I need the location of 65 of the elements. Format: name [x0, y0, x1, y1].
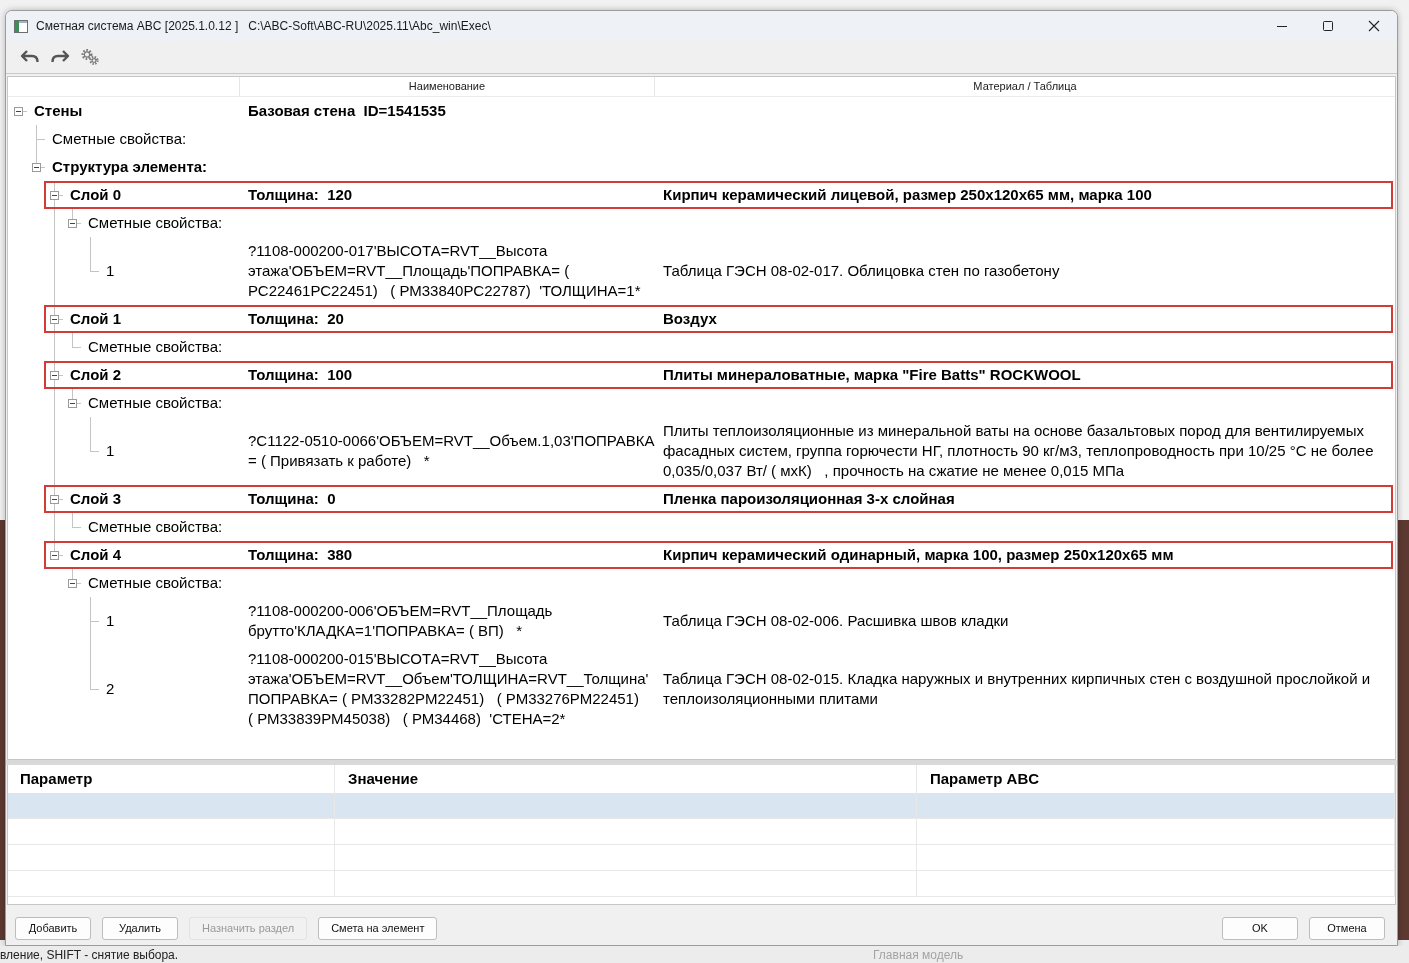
collapse-icon[interactable]: [67, 578, 77, 588]
collapse-icon[interactable]: [49, 314, 59, 324]
collapse-icon[interactable]: [49, 370, 59, 380]
tree-label[interactable]: Сметные свойства:: [88, 393, 223, 413]
collapse-icon[interactable]: [67, 398, 77, 408]
material-name: Кирпич керамический лицевой, размер 250x120x65 мм, марка 100: [663, 185, 1152, 205]
tree-label[interactable]: Сметные свойства:: [88, 213, 223, 233]
material-name: Плиты минераловатные, марка "Fire Batts" ROCKWOOL: [663, 365, 1081, 385]
tree-label[interactable]: Структура элемента:: [52, 157, 208, 177]
tree-label[interactable]: Сметные свойства:: [88, 573, 223, 593]
layer-thickness: Толщина: 100: [248, 365, 353, 385]
material-name: Кирпич керамический одинарный, марка 100, размер 250x120x65 мм: [663, 545, 1174, 565]
collapse-icon[interactable]: [31, 162, 41, 172]
action-button[interactable]: Удалить: [102, 917, 178, 940]
collapse-icon[interactable]: [67, 218, 77, 228]
app-icon: [14, 19, 28, 33]
tree-label[interactable]: Слой 1: [70, 309, 122, 329]
tree-label[interactable]: Сметные свойства:: [88, 517, 223, 537]
close-icon: [1368, 20, 1380, 32]
material-name: Воздух: [663, 309, 717, 329]
estimate-formula: ?1108-000200-017'ВЫСОТА=RVT__Высота этажа'ОБЪЕМ=RVT__Площадь'ПОПРАВКА= ( РС22461РС22451) ( РМ33840РС22787) 'ТОЛЩИНА=1*: [248, 241, 642, 301]
settings-button[interactable]: [80, 48, 100, 66]
tree-label[interactable]: Слой 2: [70, 365, 122, 385]
material-name: Пленка пароизоляционная 3-х слойная: [663, 489, 955, 509]
column-header[interactable]: Значение: [348, 767, 419, 791]
norm-description: Таблица ГЭСН 08-02-015. Кладка наружных и внутренних кирпичных стен с воздушной прослойкой и теплоизоляционными плитами: [663, 669, 1372, 709]
collapse-icon[interactable]: [49, 494, 59, 504]
layer-thickness: Толщина: 20: [248, 309, 344, 329]
element-name: Базовая стена ID=1541535: [248, 101, 446, 121]
action-button[interactable]: Смета на элемент: [318, 917, 438, 940]
item-number[interactable]: 1: [106, 261, 115, 281]
dialog-button[interactable]: Отмена: [1309, 917, 1385, 940]
column-header[interactable]: Параметр: [20, 767, 93, 791]
estimate-formula: ?1108-000200-015'ВЫСОТА=RVT__Высота этажа'ОБЪЕМ=RVT__Объем'ТОЛЩИНА=RVT__Толщина'ПОПРАВКА= ( РМ33282РМ22451) ( РМ33276РМ22451) ( РМ33839РМ45038) ( РМ34468) 'СТЕНА=2*: [248, 649, 650, 729]
gears-icon: [80, 48, 100, 66]
item-number[interactable]: 2: [106, 679, 115, 699]
collapse-icon[interactable]: [13, 106, 23, 116]
norm-description: Таблица ГЭСН 08-02-006. Расшивка швов кладки: [663, 611, 1009, 631]
estimate-formula: ?1108-000200-006'ОБЪЕМ=RVT__Площадь брутто'КЛАДКА=1'ПОПРАВКА= ( ВП) *: [248, 601, 554, 641]
tree-label[interactable]: Слой 3: [70, 489, 122, 509]
dialog-button[interactable]: OK: [1222, 917, 1298, 940]
norm-description: Таблица ГЭСН 08-02-017. Облицовка стен по газобетону: [663, 261, 1060, 281]
estimate-formula: ?С1122-0510-0066'ОБЪЕМ=RVT__Объем.1,03'ПОПРАВКА = ( Привязать к работе) *: [248, 431, 655, 471]
item-number[interactable]: 1: [106, 441, 115, 461]
layer-thickness: Толщина: 0: [248, 489, 336, 509]
maximize-icon: [1322, 20, 1334, 32]
tree-label[interactable]: Сметные свойства:: [88, 337, 223, 357]
tree-label[interactable]: Сметные свойства:: [52, 129, 187, 149]
action-button[interactable]: Добавить: [15, 917, 91, 940]
norm-description: Плиты теплоизоляционные из минеральной ваты на основе базальтовых пород для вентилируемых фасадных систем, группа горючести НГ, плотность 90 кг/м3, теплопроводность при 10/25 °С не более 0,035/0,037 Вт/ ( мхК) , прочность на сжатие не менее 0,015 МПа: [663, 421, 1375, 481]
window-title: Сметная система ABC [2025.1.0.12 ]: [36, 18, 239, 35]
status-hint: вление, SHIFT - снятие выбора.: [0, 947, 180, 963]
tree-label[interactable]: Слой 0: [70, 185, 122, 205]
layer-thickness: Толщина: 120: [248, 185, 353, 205]
item-number[interactable]: 1: [106, 611, 115, 631]
collapse-icon[interactable]: [49, 550, 59, 560]
column-header[interactable]: Материал / Таблица: [973, 78, 1077, 95]
layer-thickness: Толщина: 380: [248, 545, 353, 565]
tree-label[interactable]: Стены: [34, 101, 83, 121]
column-header[interactable]: Параметр ABC: [930, 767, 1040, 791]
column-header[interactable]: Наименование: [408, 78, 486, 95]
tree-label[interactable]: Слой 4: [70, 545, 122, 565]
model-name: Главная модель: [873, 947, 965, 963]
collapse-icon[interactable]: [49, 190, 59, 200]
window-path: C:\ABC-Soft\ABC-RU\2025.11\Abc_win\Exec\: [248, 18, 491, 35]
